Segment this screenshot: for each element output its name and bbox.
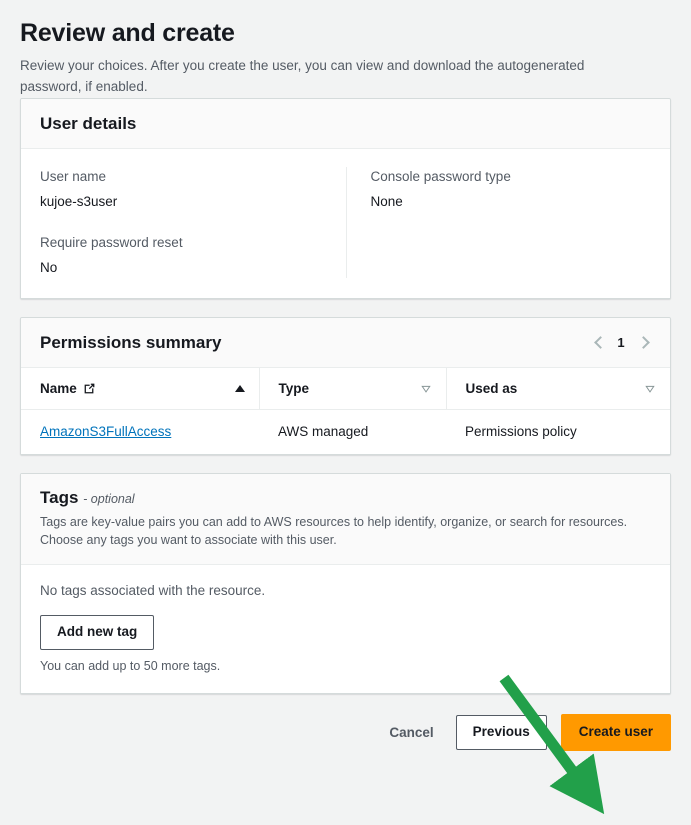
permissions-summary-card: Permissions summary 1 Name Type Used as … <box>20 317 671 456</box>
cancel-button[interactable]: Cancel <box>381 716 441 749</box>
column-header-type[interactable]: Type <box>258 368 446 411</box>
field-user-name: User name kujoe-s3user <box>40 167 324 213</box>
chevron-right-icon[interactable] <box>636 336 649 349</box>
permissions-summary-card-header: Permissions summary 1 <box>21 318 670 369</box>
table-header-row: Name Type Used as <box>21 368 670 411</box>
page-description: Review your choices. After you create th… <box>20 58 585 94</box>
user-details-title: User details <box>40 113 137 133</box>
column-header-used-as[interactable]: Used as <box>445 368 670 411</box>
column-header-used-as-label: Used as <box>465 381 518 397</box>
previous-button[interactable]: Previous <box>455 715 547 751</box>
create-user-button[interactable]: Create user <box>560 714 671 752</box>
field-require-password-reset-value: No <box>40 259 58 275</box>
page-title: Review and create <box>20 19 235 47</box>
add-new-tag-button[interactable]: Add new tag <box>40 615 155 651</box>
permissions-table: Name Type Used as AmazonS3FullAccess AWS… <box>21 368 670 455</box>
policy-link-amazons3fullaccess[interactable]: AmazonS3FullAccess <box>40 424 171 439</box>
permissions-table-header: Name Type Used as <box>21 368 670 411</box>
field-user-name-label: User name <box>40 169 107 185</box>
pagination-current-page[interactable]: 1 <box>617 335 625 350</box>
tags-card: Tags - optional Tags are key-value pairs… <box>20 473 671 695</box>
column-header-name[interactable]: Name <box>21 368 259 411</box>
field-console-password-type-value: None <box>370 194 403 210</box>
column-header-name-label: Name <box>40 381 77 397</box>
tags-description: Tags are key-value pairs you can add to … <box>40 514 628 548</box>
chevron-left-icon[interactable] <box>593 336 606 349</box>
field-require-password-reset: Require password reset No <box>40 233 324 279</box>
permissions-summary-title: Permissions summary <box>40 333 222 353</box>
tags-body: No tags associated with the resource. Ad… <box>21 565 670 694</box>
cell-policy-name: AmazonS3FullAccess <box>21 409 259 455</box>
field-console-password-type-label: Console password type <box>370 169 511 185</box>
tags-optional-label: - optional <box>83 492 135 507</box>
sort-ascending-icon[interactable] <box>234 385 245 393</box>
user-details-column-right: Console password type None <box>345 167 652 279</box>
table-row: AmazonS3FullAccess AWS managed Permissio… <box>21 409 670 455</box>
tags-hint: You can add up to 50 more tags. <box>40 659 221 674</box>
user-details-grid: User name kujoe-s3user Require password … <box>40 167 652 279</box>
field-user-name-value: kujoe-s3user <box>40 194 118 210</box>
page-header: Review and create Review your choices. A… <box>0 0 691 98</box>
form-actions: Cancel Previous Create user <box>0 714 691 752</box>
field-require-password-reset-label: Require password reset <box>40 234 183 250</box>
tags-title-label: Tags <box>40 488 79 508</box>
pagination: 1 <box>593 335 651 350</box>
user-details-column-left: User name kujoe-s3user Require password … <box>40 167 346 278</box>
sort-toggle-icon[interactable] <box>420 383 432 395</box>
tags-empty-text: No tags associated with the resource. <box>40 583 266 599</box>
tags-card-header: Tags - optional Tags are key-value pairs… <box>21 474 670 566</box>
user-details-body: User name kujoe-s3user Require password … <box>21 149 670 299</box>
tags-title: Tags - optional <box>40 487 651 508</box>
cell-policy-used-as: Permissions policy <box>446 409 670 455</box>
sort-toggle-icon[interactable] <box>644 383 656 395</box>
user-details-card: User details User name kujoe-s3user Requ… <box>20 97 671 300</box>
field-console-password-type: Console password type None <box>371 167 652 213</box>
user-details-card-header: User details <box>21 98 670 150</box>
column-header-type-label: Type <box>278 381 310 397</box>
permissions-table-body: AmazonS3FullAccess AWS managed Permissio… <box>21 409 670 455</box>
external-link-icon <box>83 382 96 395</box>
cell-policy-type: AWS managed <box>259 409 446 455</box>
